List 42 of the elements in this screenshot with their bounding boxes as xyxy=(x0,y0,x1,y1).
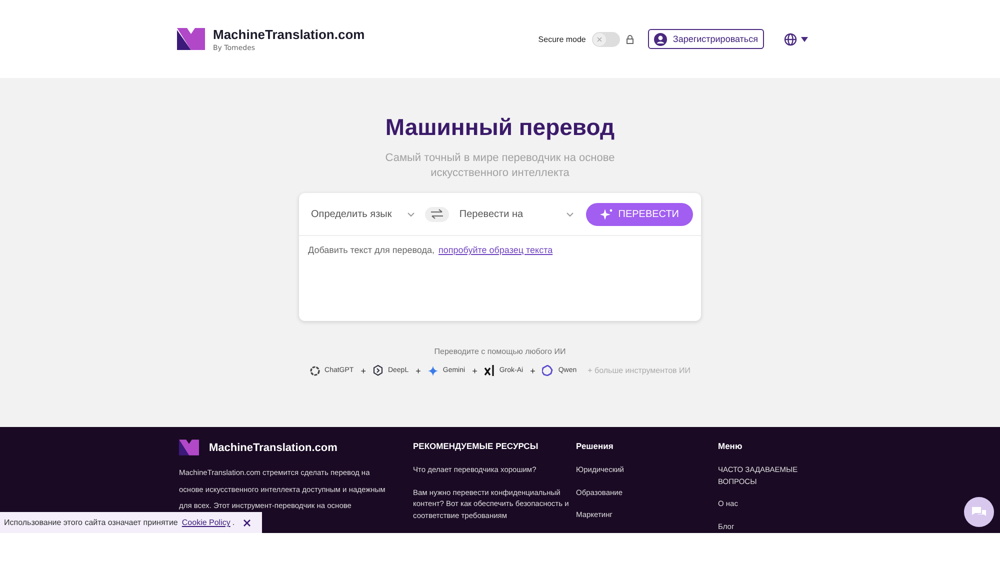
brand-name: MachineTranslation.com xyxy=(213,26,365,42)
globe-icon xyxy=(784,32,797,46)
caret-icon xyxy=(801,36,808,42)
plus-sign: + xyxy=(416,366,421,376)
swap-languages-button[interactable] xyxy=(425,206,450,222)
cookie-policy-link[interactable]: Cookie Policy xyxy=(182,518,230,527)
footer-column-heading: Решения xyxy=(576,441,614,451)
plus-sign: + xyxy=(530,366,536,376)
lock-icon xyxy=(626,34,634,44)
cookie-notice-text: Использование этого сайта означает принятие xyxy=(4,518,178,527)
secure-mode-toggle[interactable] xyxy=(592,32,620,46)
sparkle-icon xyxy=(600,208,614,220)
engines-caption: Переводите с помощью любого ИИ xyxy=(434,347,566,356)
footer-column-heading: Меню xyxy=(718,441,744,451)
slash-x-icon xyxy=(484,365,494,376)
language-menu-button[interactable] xyxy=(784,32,808,46)
brand-logo-icon xyxy=(177,28,205,50)
swap-arrows-icon xyxy=(430,209,444,219)
cookie-notice-period: . xyxy=(232,518,235,527)
text-input-field[interactable]: Добавить текст для перевода, попробуйте образец текста xyxy=(299,236,701,264)
close-icon xyxy=(596,36,602,42)
hexagon-chevron-icon xyxy=(372,365,383,376)
footer-brand-name: MachineTranslation.com xyxy=(209,442,338,454)
brand-logo-icon xyxy=(179,439,199,456)
text-input-placeholder: Добавить текст для перевода, xyxy=(308,245,434,255)
user-icon xyxy=(654,32,667,46)
four-point-star-icon xyxy=(428,366,438,376)
plus-sign: + xyxy=(360,366,366,376)
register-button[interactable]: Зарегистрироваться xyxy=(648,29,764,49)
page-subtitle: Самый точный в мире переводчик на основе искусственного интеллекта xyxy=(384,151,616,181)
plus-sign: + xyxy=(472,366,478,376)
chevron-down-icon xyxy=(407,212,416,216)
speech-bubbles-icon xyxy=(971,506,987,518)
translate-button[interactable]: ПЕРЕВЕСТИ xyxy=(586,202,693,226)
chevron-down-icon xyxy=(566,212,574,216)
footer-column-heading: РЕКОМЕНДУЕМЫЕ РЕСУРСЫ xyxy=(413,441,540,451)
secure-mode-label: Secure mode xyxy=(538,34,586,44)
page-title: Машинный перевод xyxy=(385,114,615,141)
close-icon[interactable] xyxy=(242,518,251,526)
target-language-dropdown[interactable]: Перевести на xyxy=(459,208,574,220)
source-language-dropdown[interactable]: Определить язык xyxy=(311,208,416,220)
sample-text-link[interactable]: попробуйте образец текста xyxy=(438,245,553,255)
